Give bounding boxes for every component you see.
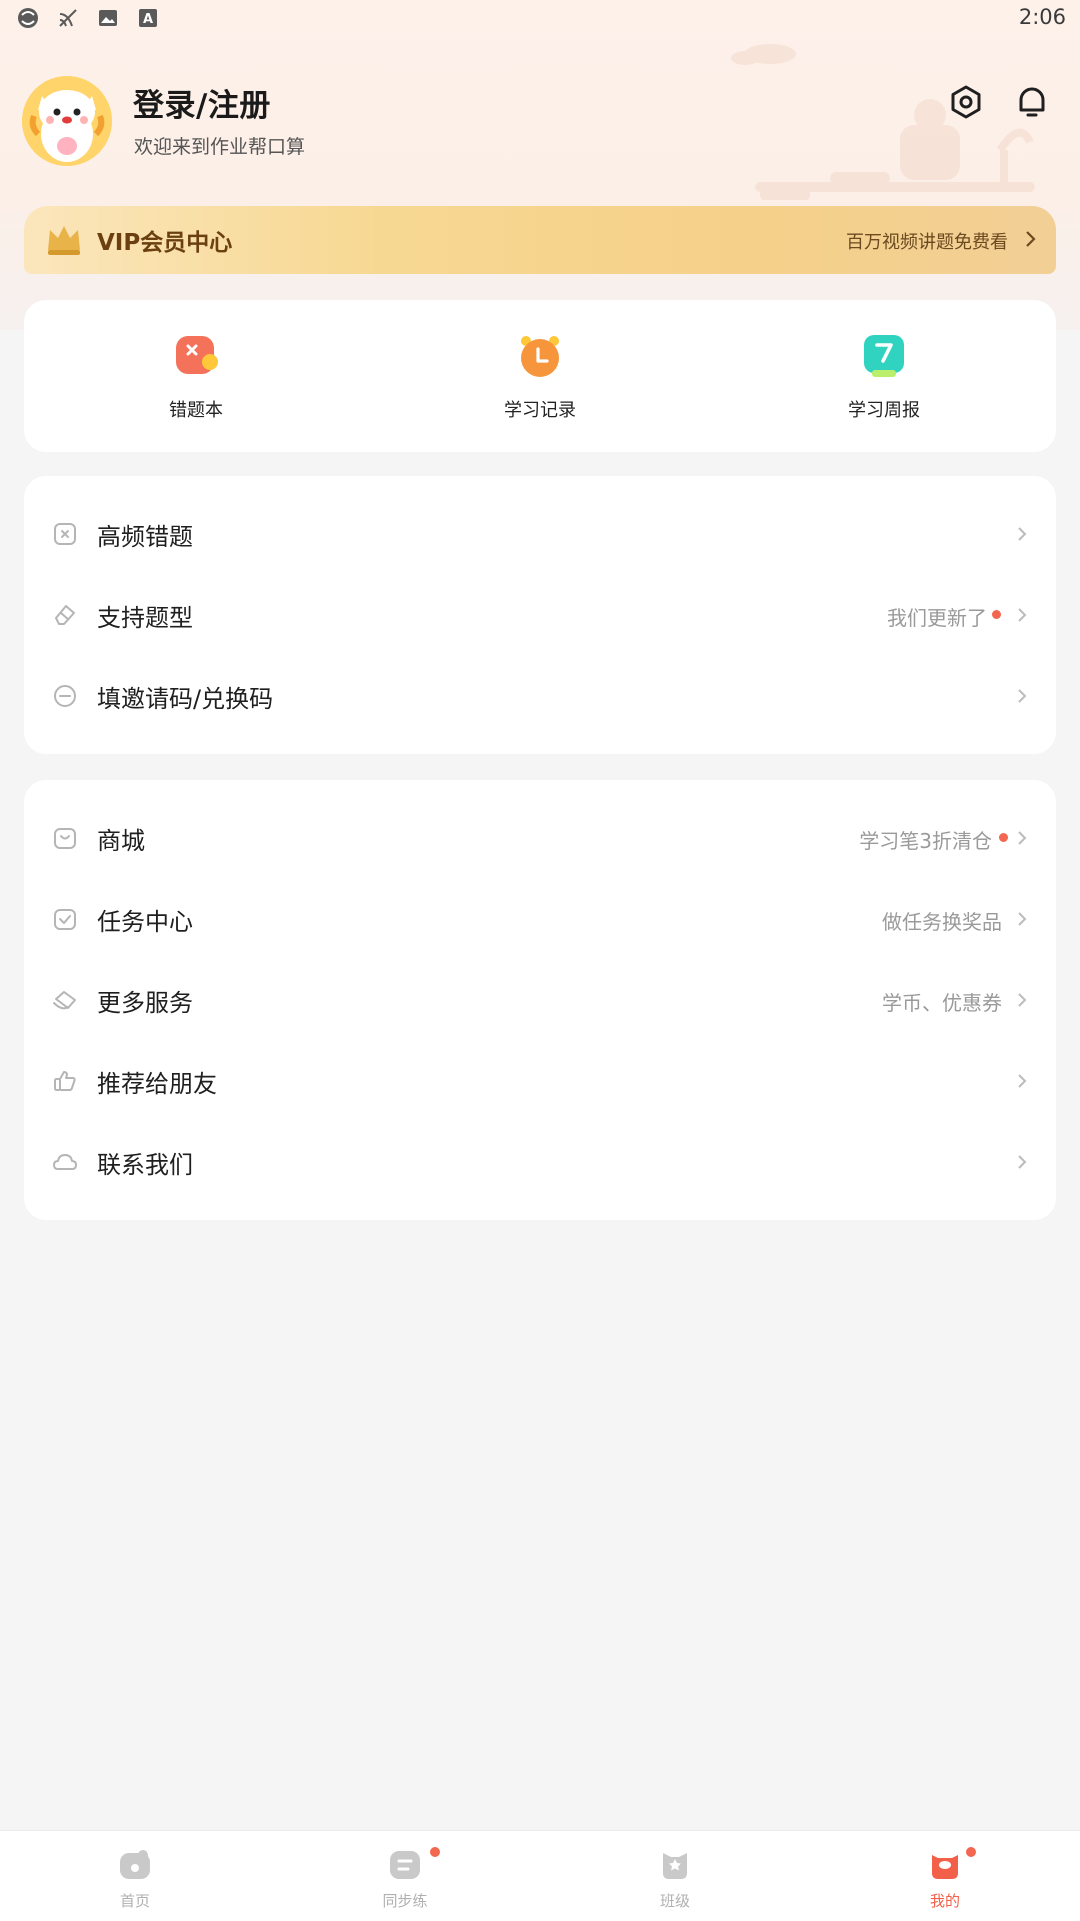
menu-item-title: 高频错题: [97, 523, 193, 551]
chat-cloud-icon: [53, 1154, 77, 1170]
menu-item-title: 支持题型: [97, 604, 193, 632]
menu-item-shop[interactable]: 商城 学习笔3折清仓: [24, 798, 1056, 878]
shop-icon: [54, 828, 76, 849]
status-time: 2:06: [1018, 5, 1066, 29]
menu-card-2: 商城 学习笔3折清仓 任务中心 做任务换奖品 更多服务 学币、优惠券 推荐给朋友: [24, 780, 1056, 1220]
menu-item-recommend-friends[interactable]: 推荐给朋友: [24, 1041, 1056, 1121]
crown-icon: [48, 226, 80, 255]
image-icon: [99, 10, 117, 26]
chevron-right-icon: [1018, 689, 1027, 703]
chevron-right-icon: [1018, 527, 1027, 541]
quick-actions-card: 错题本 学习记录 学习周报: [24, 300, 1056, 452]
task-check-icon: [54, 909, 76, 930]
status-icons: A: [16, 6, 160, 30]
status-bar: A 2:06: [0, 0, 1080, 38]
weekly-report-icon: [864, 335, 904, 377]
new-badge-dot: [999, 833, 1008, 842]
tab-class[interactable]: 班级: [540, 1831, 810, 1921]
quick-action-label: 学习周报: [848, 400, 920, 421]
svg-text:A: A: [143, 12, 153, 27]
menu-item-hint: 学币、优惠券: [882, 991, 1002, 1015]
menu-item-invite-code[interactable]: 填邀请码/兑换码: [24, 656, 1056, 736]
header-background: [0, 0, 1080, 330]
chevron-right-icon: [1018, 912, 1027, 926]
chevron-right-icon: [1018, 993, 1027, 1007]
menu-item-hint: 学习笔3折清仓: [859, 829, 992, 853]
vip-title: VIP会员中心: [97, 230, 233, 256]
menu-card-1: 高频错题 支持题型 我们更新了 填邀请码/兑换码: [24, 476, 1056, 754]
quick-action-label: 错题本: [169, 400, 223, 421]
new-badge-dot: [992, 610, 1001, 619]
tab-mine[interactable]: 我的: [810, 1831, 1080, 1921]
coupon-icon: [53, 991, 76, 1010]
tab-badge-dot: [430, 1847, 440, 1857]
practice-icon: [390, 1851, 420, 1879]
eraser-icon: [55, 605, 75, 625]
menu-item-hint: 做任务换奖品: [882, 910, 1002, 934]
chevron-right-icon: [1026, 231, 1036, 247]
chevron-right-icon: [1018, 608, 1027, 622]
vip-subtitle: 百万视频讲题免费看: [846, 232, 1008, 253]
mistake-book-icon: [176, 336, 218, 374]
menu-item-title: 商城: [97, 827, 145, 855]
sync-icon: [18, 8, 38, 28]
menu-item-high-frequency-mistakes[interactable]: 高频错题: [24, 494, 1056, 574]
thumbs-up-icon: [54, 1071, 76, 1091]
class-icon: [663, 1853, 687, 1879]
tab-practice[interactable]: 同步练: [270, 1831, 540, 1921]
home-icon: [120, 1850, 150, 1879]
bell-icon[interactable]: [1012, 82, 1052, 122]
menu-item-hint: 我们更新了: [887, 606, 987, 630]
cat-mascot-avatar: [22, 76, 112, 166]
menu-item-title: 填邀请码/兑换码: [97, 685, 274, 713]
quick-action-weekly-report[interactable]: 学习周报: [784, 332, 984, 422]
chevron-right-icon: [1018, 1074, 1027, 1088]
tab-label: 班级: [659, 1892, 690, 1910]
avatar[interactable]: [22, 76, 112, 166]
quick-action-study-record[interactable]: 学习记录: [440, 332, 640, 422]
quick-action-mistake-book[interactable]: 错题本: [96, 332, 296, 422]
menu-item-supported-question-types[interactable]: 支持题型 我们更新了: [24, 575, 1056, 655]
login-register-link[interactable]: 登录/注册: [133, 80, 271, 125]
mine-icon: [932, 1855, 958, 1879]
tab-label: 我的: [929, 1892, 960, 1910]
menu-item-title: 任务中心: [97, 908, 193, 936]
error-square-icon: [54, 523, 76, 545]
menu-item-title: 联系我们: [97, 1151, 193, 1179]
quick-action-label: 学习记录: [504, 400, 576, 421]
bottom-tab-bar: 首页 同步练 班级 我的: [0, 1830, 1080, 1921]
profile-subtitle: 欢迎来到作业帮口算: [134, 136, 306, 158]
chevron-right-icon: [1018, 831, 1027, 845]
chevron-right-icon: [1018, 1155, 1027, 1169]
tab-home[interactable]: 首页: [0, 1831, 270, 1921]
settings-icon[interactable]: [946, 82, 986, 122]
cast-icon: [59, 9, 77, 27]
tab-label: 首页: [119, 1892, 150, 1910]
vip-center-banner[interactable]: VIP会员中心 百万视频讲题免费看: [24, 206, 1056, 274]
font-icon: A: [139, 9, 157, 27]
clock-icon: [521, 336, 559, 377]
ticket-icon: [54, 685, 76, 707]
tab-label: 同步练: [382, 1892, 428, 1910]
menu-item-more-services[interactable]: 更多服务 学币、优惠券: [24, 960, 1056, 1040]
menu-item-task-center[interactable]: 任务中心 做任务换奖品: [24, 879, 1056, 959]
menu-item-contact-us[interactable]: 联系我们: [24, 1122, 1056, 1202]
tab-badge-dot: [966, 1847, 976, 1857]
menu-item-title: 推荐给朋友: [97, 1070, 217, 1098]
menu-item-title: 更多服务: [97, 989, 193, 1017]
